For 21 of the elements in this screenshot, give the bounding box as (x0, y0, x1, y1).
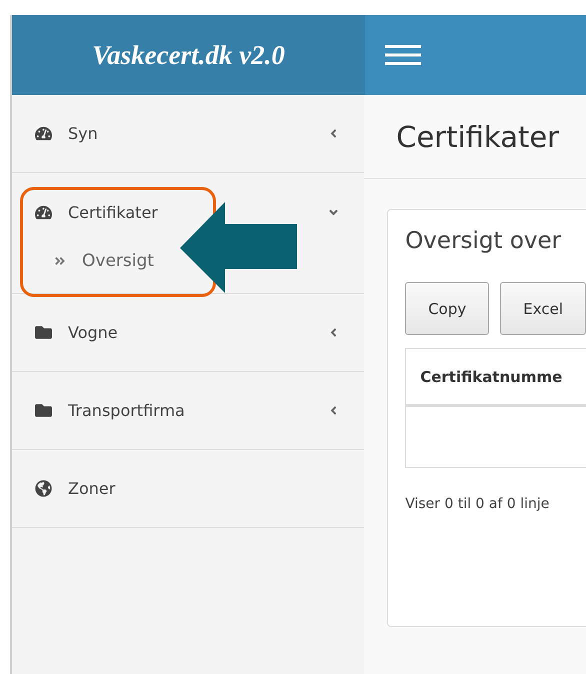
double-chevron-icon (54, 255, 66, 267)
column-header[interactable]: Certifikatnumme (406, 349, 586, 407)
sidebar-item[interactable]: Syn (12, 95, 364, 172)
page-title: Certifikater (364, 95, 586, 179)
table-info: Viser 0 til 0 af 0 linje (405, 496, 550, 512)
sidebar-item[interactable]: Certifikater (12, 173, 364, 251)
menu-icon[interactable] (385, 44, 421, 66)
sidebar-item[interactable]: Vogne (12, 294, 364, 371)
sidebar-item[interactable]: Transportfirma (12, 372, 364, 449)
gauge-icon (35, 125, 52, 142)
globe-icon (35, 480, 52, 497)
sidebar-subitem[interactable]: Oversigt (12, 251, 364, 293)
folder-icon (35, 402, 52, 419)
export-button[interactable]: Excel (500, 282, 586, 335)
sidebar-item[interactable]: Zoner (12, 450, 364, 527)
export-button[interactable]: Copy (405, 282, 490, 335)
app-logo[interactable]: Vaskecert.dk v2.0 (12, 15, 365, 95)
arrow-icon (180, 202, 298, 293)
gauge-icon (35, 204, 52, 220)
folder-icon (35, 324, 52, 341)
card-title: Oversigt over (405, 228, 562, 254)
